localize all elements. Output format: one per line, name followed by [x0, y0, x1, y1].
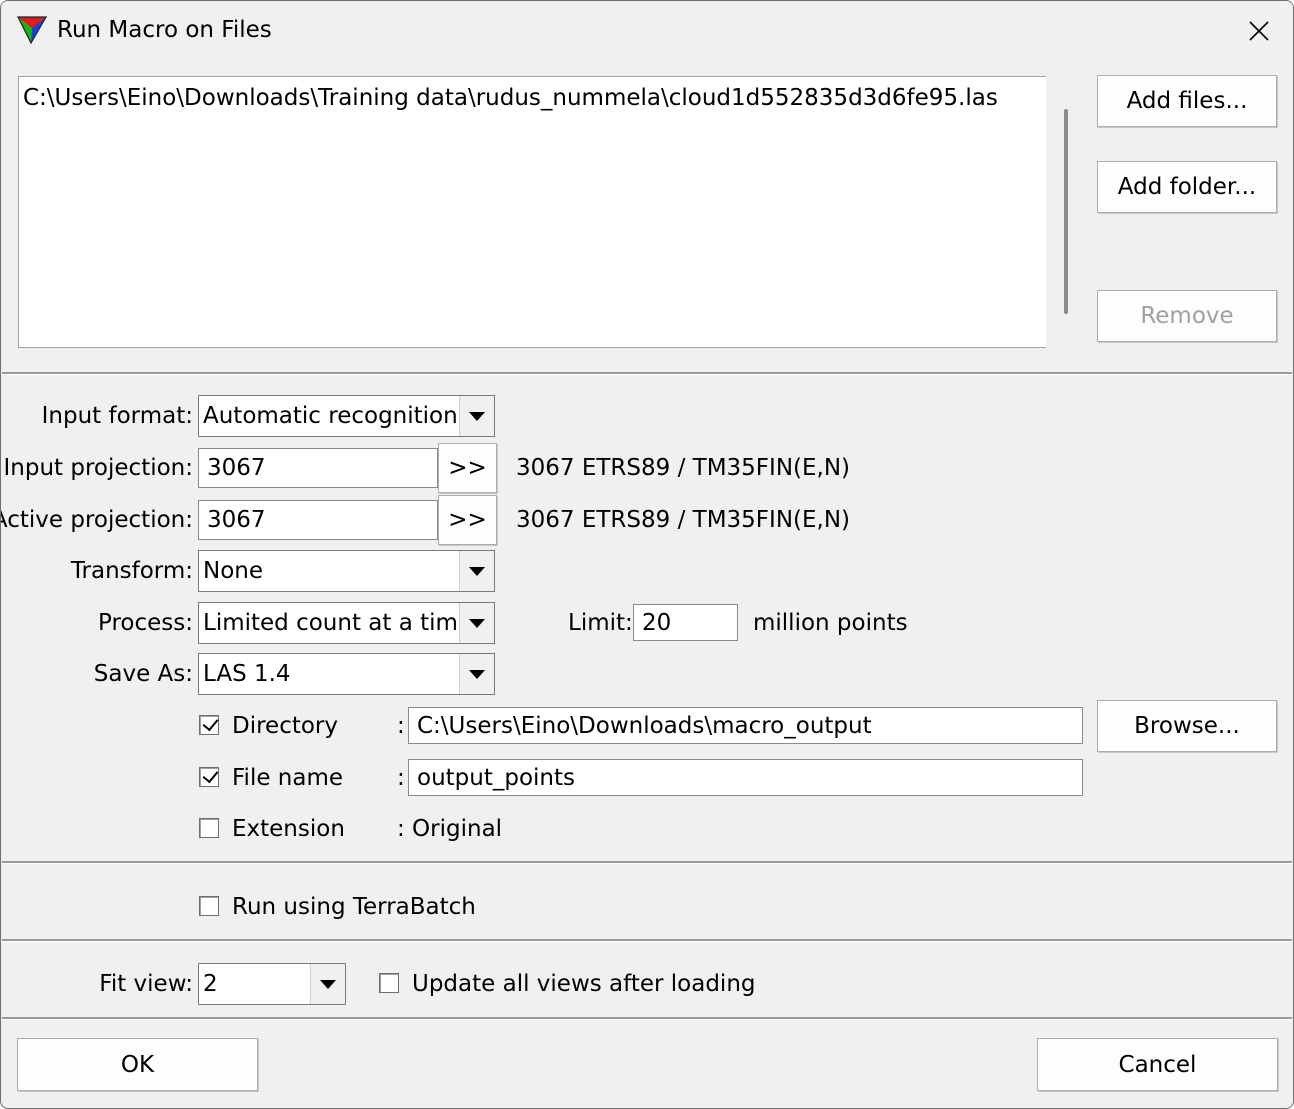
input-format-value: Automatic recognition — [203, 403, 458, 429]
input-projection-button[interactable]: >> — [438, 443, 497, 493]
cancel-button[interactable]: Cancel — [1037, 1038, 1278, 1091]
extension-label[interactable]: Extension — [232, 816, 345, 842]
update-all-views-checkbox[interactable] — [379, 973, 399, 993]
directory-separator: : — [397, 713, 405, 739]
add-files-label: Add files... — [1126, 88, 1248, 114]
separator — [2, 1017, 1292, 1020]
window-title: Run Macro on Files — [57, 17, 272, 43]
checkmark-icon — [202, 766, 219, 784]
separator — [2, 861, 1292, 864]
limit-field[interactable]: 20 — [633, 604, 738, 641]
file-list-scrollbar[interactable] — [1048, 76, 1082, 348]
save-as-label: Save As: — [93, 661, 193, 687]
extension-value: : Original — [397, 816, 503, 842]
input-projection-description: 3067 ETRS89 / TM35FIN(E,N) — [516, 455, 851, 481]
file-name-value: output_points — [417, 764, 576, 791]
save-as-value: LAS 1.4 — [203, 661, 291, 687]
input-projection-value: 3067 — [207, 455, 266, 481]
transform-select[interactable]: None — [198, 550, 495, 592]
ok-button[interactable]: OK — [17, 1038, 258, 1091]
active-projection-button[interactable]: >> — [438, 495, 497, 545]
close-icon — [1249, 21, 1269, 41]
update-all-views-label[interactable]: Update all views after loading — [412, 971, 756, 997]
title-bar: Run Macro on Files — [1, 1, 1293, 61]
limit-value: 20 — [642, 609, 672, 636]
active-projection-description: 3067 ETRS89 / TM35FIN(E,N) — [516, 507, 851, 533]
transform-label: Transform: — [70, 558, 193, 584]
terrabatch-label[interactable]: Run using TerraBatch — [232, 894, 476, 920]
cancel-label: Cancel — [1118, 1051, 1197, 1078]
add-folder-button[interactable]: Add folder... — [1097, 161, 1277, 213]
chevron-down-icon[interactable] — [310, 964, 345, 1004]
active-projection-label: Active projection: — [0, 507, 193, 533]
scrollbar-thumb[interactable] — [1064, 109, 1068, 314]
input-projection-field[interactable]: 3067 — [198, 448, 438, 488]
checkmark-icon — [202, 714, 219, 732]
remove-button[interactable]: Remove — [1097, 290, 1277, 342]
file-name-separator: : — [397, 765, 405, 791]
save-as-select[interactable]: LAS 1.4 — [198, 653, 495, 695]
app-triangle-icon — [17, 16, 47, 45]
limit-unit: million points — [753, 610, 908, 636]
add-files-button[interactable]: Add files... — [1097, 75, 1277, 127]
file-name-field[interactable]: output_points — [408, 759, 1083, 796]
chevron-down-icon[interactable] — [459, 396, 494, 436]
ok-label: OK — [120, 1051, 155, 1078]
fit-view-value: 2 — [203, 971, 218, 997]
active-projection-button-label: >> — [448, 507, 487, 533]
directory-field[interactable]: C:\Users\Eino\Downloads\macro_output — [408, 707, 1083, 744]
separator — [2, 372, 1292, 375]
directory-checkbox[interactable] — [199, 714, 219, 735]
chevron-down-icon[interactable] — [459, 654, 494, 694]
run-macro-dialog: Run Macro on Files C:\Users\Eino\Downloa… — [0, 0, 1294, 1109]
separator — [2, 939, 1292, 942]
input-projection-label: Input projection: — [3, 455, 193, 481]
terrabatch-checkbox[interactable] — [199, 896, 219, 916]
file-list-item[interactable]: C:\Users\Eino\Downloads\Training data\ru… — [23, 85, 998, 111]
fit-view-label: Fit view: — [99, 971, 193, 997]
file-list[interactable]: C:\Users\Eino\Downloads\Training data\ru… — [18, 76, 1046, 348]
process-select[interactable]: Limited count at a time — [198, 602, 495, 644]
add-folder-label: Add folder... — [1117, 174, 1257, 200]
input-projection-button-label: >> — [448, 455, 487, 481]
limit-label: Limit: — [568, 610, 633, 636]
fit-view-select[interactable]: 2 — [198, 963, 346, 1005]
browse-label: Browse... — [1134, 713, 1240, 739]
input-format-select[interactable]: Automatic recognition — [198, 395, 495, 437]
remove-label: Remove — [1140, 303, 1234, 329]
transform-value: None — [203, 558, 264, 584]
extension-checkbox[interactable] — [199, 818, 219, 838]
file-name-label[interactable]: File name — [232, 765, 343, 791]
directory-label[interactable]: Directory — [232, 713, 338, 739]
process-value: Limited count at a time — [203, 610, 473, 636]
file-name-checkbox[interactable] — [199, 766, 219, 787]
close-button[interactable] — [1235, 9, 1283, 53]
active-projection-value: 3067 — [207, 507, 266, 533]
input-format-label: Input format: — [41, 403, 193, 429]
browse-button[interactable]: Browse... — [1097, 700, 1277, 752]
chevron-down-icon[interactable] — [459, 603, 494, 643]
directory-value: C:\Users\Eino\Downloads\macro_output — [417, 712, 872, 739]
process-label: Process: — [98, 610, 193, 636]
active-projection-field[interactable]: 3067 — [198, 500, 438, 540]
chevron-down-icon[interactable] — [459, 551, 494, 591]
